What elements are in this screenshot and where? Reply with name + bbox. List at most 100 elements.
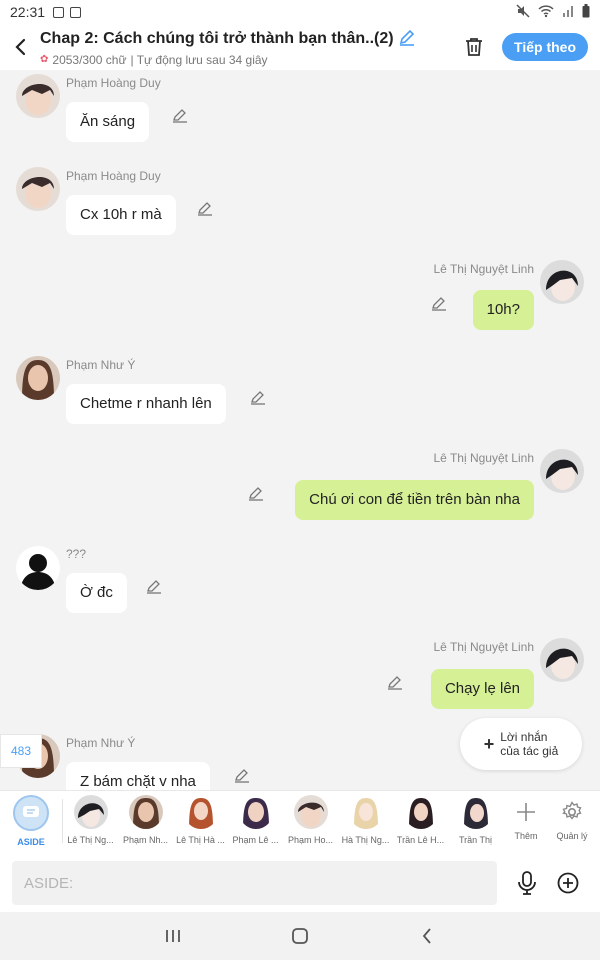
character-name: Phạm Ho... bbox=[287, 835, 334, 845]
signal-icon bbox=[562, 4, 574, 20]
system-nav-bar bbox=[0, 912, 600, 960]
sender-name: Phạm Như Ý bbox=[66, 358, 136, 372]
character-item[interactable]: Phạm Ho... bbox=[283, 795, 338, 845]
message-bubble[interactable]: Cx 10h r mà bbox=[66, 195, 176, 235]
manage-button[interactable]: Quản lý bbox=[549, 795, 595, 841]
app-notification-icon bbox=[70, 6, 82, 18]
add-attachment-button[interactable] bbox=[549, 863, 588, 903]
avatar[interactable] bbox=[16, 167, 60, 211]
author-note-button[interactable]: + Lời nhắn của tác giả bbox=[460, 718, 582, 770]
character-name: Trần Lê H... bbox=[396, 835, 445, 845]
author-note-line1: Lời nhắn bbox=[500, 730, 548, 744]
avatar[interactable] bbox=[540, 260, 584, 304]
character-avatar bbox=[73, 795, 108, 829]
home-button[interactable] bbox=[270, 916, 330, 956]
trash-icon bbox=[466, 38, 483, 56]
nav-back-icon bbox=[422, 928, 431, 944]
compose-bar bbox=[0, 854, 600, 912]
back-icon bbox=[15, 38, 26, 56]
message-bubble[interactable]: Chetme r nhanh lên bbox=[66, 384, 226, 424]
chat-bubble-icon bbox=[23, 806, 39, 817]
delete-button[interactable] bbox=[454, 27, 494, 67]
battery-icon bbox=[582, 3, 590, 21]
chapter-title: Chap 2: Cách chúng tôi trở thành bạn thâ… bbox=[40, 30, 394, 47]
message-bubble[interactable]: Ờ đc bbox=[66, 573, 127, 613]
character-item[interactable]: Trần Thị bbox=[448, 795, 503, 845]
character-avatar bbox=[403, 795, 438, 829]
status-time: 22:31 bbox=[10, 4, 46, 20]
character-item[interactable]: Phạm Lê ... bbox=[228, 795, 283, 845]
title-block: Chap 2: Cách chúng tôi trở thành bạn thâ… bbox=[40, 28, 454, 67]
sender-name: ??? bbox=[66, 547, 87, 561]
gallery-notification-icon bbox=[53, 6, 65, 18]
aside-avatar bbox=[13, 795, 49, 831]
character-avatar bbox=[458, 795, 493, 829]
status-bar: 22:31 bbox=[0, 0, 600, 24]
aside-character[interactable]: ASIDE bbox=[0, 795, 62, 847]
add-label: Thêm bbox=[514, 831, 538, 841]
manage-label: Quản lý bbox=[556, 831, 588, 841]
aside-label: ASIDE bbox=[17, 837, 45, 847]
edit-icon[interactable] bbox=[146, 578, 164, 596]
avatar[interactable] bbox=[16, 356, 60, 400]
sender-name: Lê Thị Nguyệt Linh bbox=[433, 640, 534, 654]
author-note-line2: của tác giả bbox=[500, 744, 559, 758]
character-avatar bbox=[183, 795, 218, 829]
character-bar: ASIDE Lê Thị Ng... Phạm Nh... Lê Thị Hà … bbox=[0, 790, 600, 854]
character-item[interactable]: Hà Thị Ng... bbox=[338, 795, 393, 845]
avatar[interactable] bbox=[16, 546, 60, 590]
next-button[interactable]: Tiếp theo bbox=[502, 33, 588, 61]
character-name: Hà Thị Ng... bbox=[341, 835, 390, 845]
sender-name: Lê Thị Nguyệt Linh bbox=[433, 262, 534, 276]
edit-icon[interactable] bbox=[387, 674, 405, 692]
mute-icon bbox=[516, 3, 530, 21]
message-bubble[interactable]: Z bám chặt v nha bbox=[66, 762, 210, 790]
message-input[interactable] bbox=[12, 861, 498, 905]
wifi-icon bbox=[538, 4, 554, 21]
character-name: Lê Thị Ng... bbox=[67, 835, 114, 845]
add-circle-icon bbox=[557, 872, 579, 894]
gear-icon bbox=[562, 801, 582, 820]
avatar[interactable] bbox=[540, 638, 584, 682]
plus-icon bbox=[517, 803, 535, 821]
mic-icon bbox=[517, 871, 536, 895]
message-bubble[interactable]: 10h? bbox=[472, 290, 534, 330]
edit-icon[interactable] bbox=[234, 767, 252, 785]
message-bubble[interactable]: Chạy lẹ lên bbox=[430, 669, 534, 709]
character-name: Lê Thị Hà ... bbox=[176, 835, 225, 845]
sender-name: Lê Thị Nguyệt Linh bbox=[433, 451, 534, 465]
flower-icon: ✿ bbox=[40, 54, 49, 65]
nav-back-button[interactable] bbox=[397, 916, 457, 956]
character-avatar bbox=[238, 795, 273, 829]
status-right bbox=[516, 3, 590, 21]
edit-icon[interactable] bbox=[431, 295, 449, 313]
pencil-icon bbox=[399, 29, 414, 46]
character-name: Phạm Lê ... bbox=[232, 835, 279, 845]
edit-icon[interactable] bbox=[197, 200, 215, 218]
sender-name: Phạm Hoàng Duy bbox=[66, 169, 161, 183]
back-button[interactable] bbox=[0, 24, 40, 70]
character-item[interactable]: Lê Thị Hà ... bbox=[173, 795, 228, 845]
chat-area[interactable]: Phạm Hoàng Duy Ăn sáng Phạm Hoàng Duy Cx… bbox=[0, 70, 600, 790]
avatar[interactable] bbox=[16, 74, 60, 118]
home-icon bbox=[292, 928, 308, 944]
character-item[interactable]: Phạm Nh... bbox=[118, 795, 173, 845]
message-count-badge[interactable]: 483 bbox=[0, 734, 42, 768]
recent-apps-icon bbox=[166, 930, 181, 942]
edit-icon[interactable] bbox=[172, 107, 190, 125]
recent-apps-button[interactable] bbox=[143, 916, 203, 956]
plus-icon: + bbox=[483, 734, 495, 754]
edit-icon[interactable] bbox=[248, 485, 266, 503]
autosave-status: | Tự động lưu sau 34 giây bbox=[130, 52, 268, 67]
message-bubble[interactable]: Ăn sáng bbox=[66, 102, 150, 142]
voice-button[interactable] bbox=[507, 863, 546, 903]
character-item[interactable]: Trần Lê H... bbox=[393, 795, 448, 845]
edit-title-button[interactable] bbox=[398, 28, 416, 51]
word-count: 2053/300 chữ bbox=[52, 52, 127, 67]
add-character-button[interactable]: Thêm bbox=[503, 795, 549, 841]
message-bubble[interactable]: Chú ơi con để tiền trên bàn nha bbox=[295, 480, 534, 520]
edit-icon[interactable] bbox=[250, 389, 268, 407]
avatar[interactable] bbox=[540, 449, 584, 493]
character-avatar bbox=[293, 795, 328, 829]
character-item[interactable]: Lê Thị Ng... bbox=[63, 795, 118, 845]
